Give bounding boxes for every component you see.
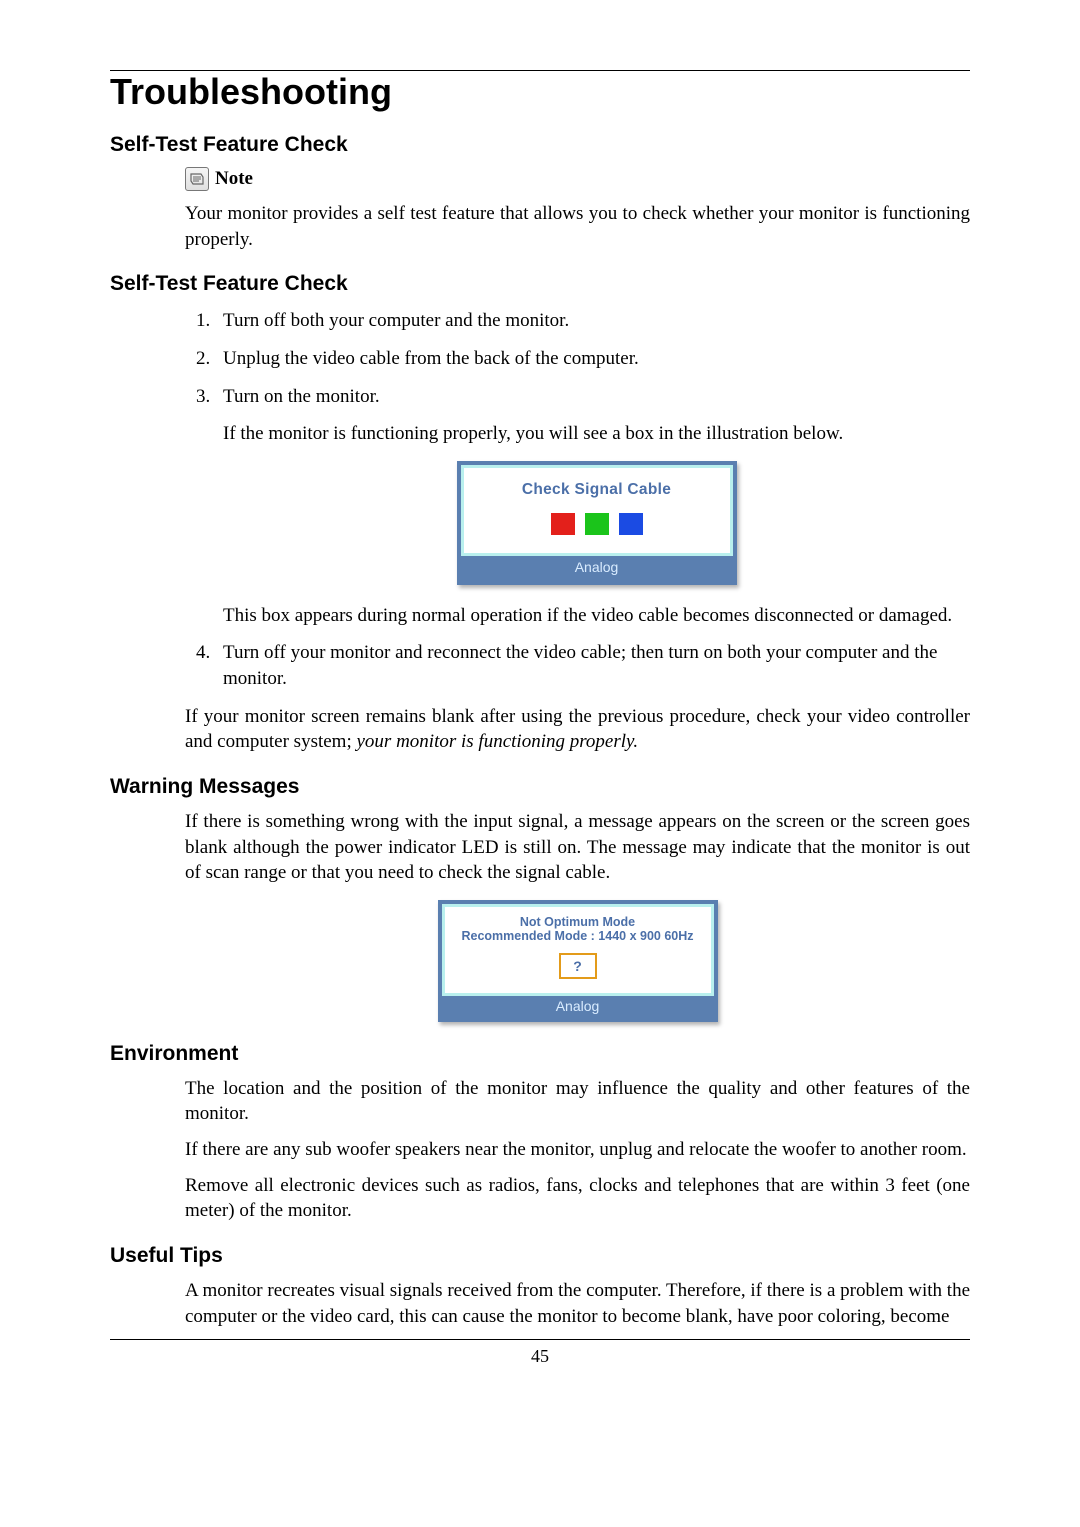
illustration-footer: Analog [461, 556, 733, 581]
step-1: Turn off both your computer and the moni… [215, 308, 970, 334]
swatch-green [585, 513, 609, 535]
note-row: Note [185, 167, 970, 191]
step-list: Turn off both your computer and the moni… [185, 308, 970, 691]
section-heading-selftest-2: Self-Test Feature Check [110, 272, 970, 296]
section-heading-selftest-1: Self-Test Feature Check [110, 133, 970, 157]
section-body-selftest-2: Turn off both your computer and the moni… [185, 308, 970, 755]
color-swatches [472, 513, 722, 535]
illustration2-line1: Not Optimum Mode [453, 915, 703, 929]
illustration-msg: Check Signal Cable [472, 480, 722, 501]
illustration2-q: ? [559, 953, 597, 979]
environment-p1: The location and the position of the mon… [185, 1076, 970, 1127]
note-icon [185, 167, 209, 191]
step-3-after-box: This box appears during normal operation… [223, 603, 970, 629]
step-3-after: If the monitor is functioning properly, … [223, 421, 970, 447]
page-number: 45 [110, 1346, 970, 1367]
step-4: Turn off your monitor and reconnect the … [215, 640, 970, 691]
selftest-closing-italic: your monitor is functioning properly. [357, 731, 639, 752]
step-2-text: Unplug the video cable from the back of … [223, 348, 639, 369]
step-1-text: Turn off both your computer and the moni… [223, 310, 569, 331]
tips-p1: A monitor recreates visual signals recei… [185, 1278, 970, 1329]
section-body-warning: If there is something wrong with the inp… [185, 809, 970, 1022]
illustration-not-optimum: Not Optimum Mode Recommended Mode : 1440… [438, 900, 718, 1022]
section-heading-environment: Environment [110, 1042, 970, 1066]
swatch-blue [619, 513, 643, 535]
swatch-red [551, 513, 575, 535]
environment-p3: Remove all electronic devices such as ra… [185, 1173, 970, 1224]
step-4-text: Turn off your monitor and reconnect the … [223, 642, 937, 689]
step-3: Turn on the monitor. If the monitor is f… [215, 384, 970, 629]
section-heading-warning: Warning Messages [110, 775, 970, 799]
section-body-selftest-1: Note Your monitor provides a self test f… [185, 167, 970, 252]
section-heading-tips: Useful Tips [110, 1244, 970, 1268]
illustration2-footer: Analog [442, 996, 714, 1018]
bottom-rule [110, 1339, 970, 1340]
environment-p2: If there are any sub woofer speakers nea… [185, 1137, 970, 1163]
step-2: Unplug the video cable from the back of … [215, 346, 970, 372]
document-page: Troubleshooting Self-Test Feature Check … [0, 0, 1080, 1527]
step-3-text: Turn on the monitor. [223, 386, 380, 407]
note-text: Your monitor provides a self test featur… [185, 201, 970, 252]
section-body-environment: The location and the position of the mon… [185, 1076, 970, 1224]
page-title: Troubleshooting [110, 71, 970, 113]
illustration2-line2: Recommended Mode : 1440 x 900 60Hz [453, 929, 703, 943]
note-label: Note [215, 168, 253, 190]
section-body-tips: A monitor recreates visual signals recei… [185, 1278, 970, 1329]
illustration-check-signal: Check Signal Cable Analog [457, 461, 737, 585]
selftest-closing: If your monitor screen remains blank aft… [185, 704, 970, 755]
warning-text: If there is something wrong with the inp… [185, 809, 970, 886]
